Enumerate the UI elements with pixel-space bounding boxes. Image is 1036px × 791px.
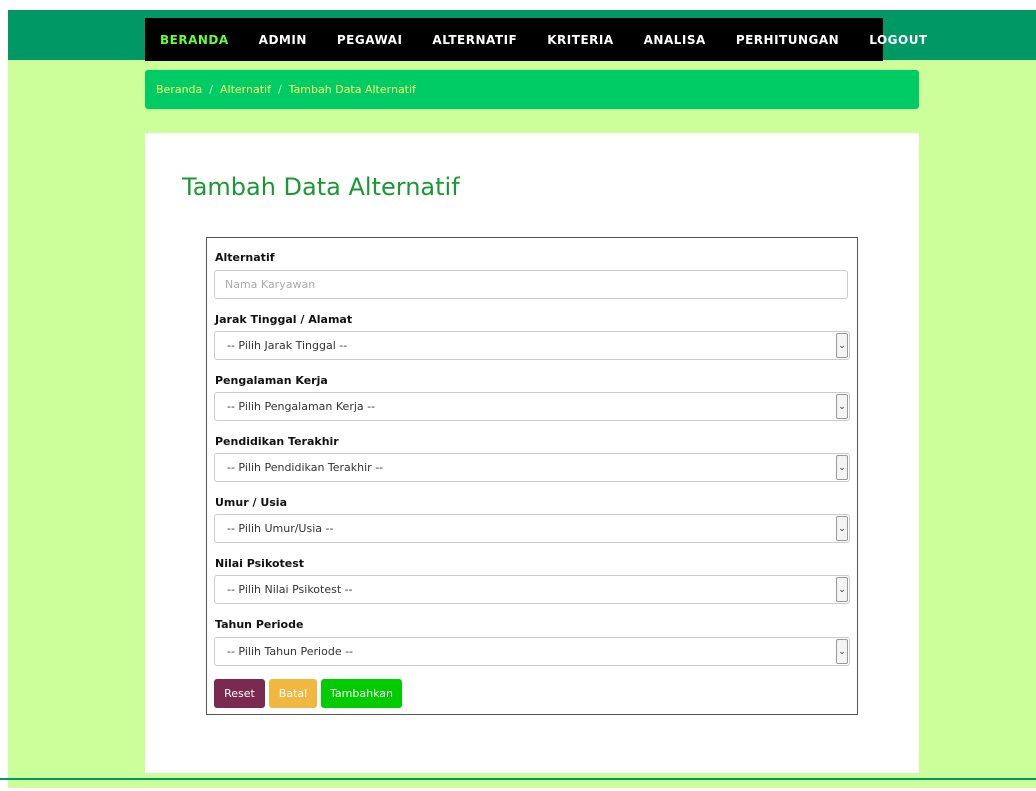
pengalaman-select[interactable]: -- Pilih Pengalaman Kerja -- ⌄ [214,392,850,421]
content-card: Tambah Data Alternatif Alternatif Jarak … [145,133,919,773]
tambahkan-button[interactable]: Tambahkan [321,679,402,708]
umur-selected: -- Pilih Umur/Usia -- [227,522,334,535]
breadcrumb-beranda[interactable]: Beranda [156,83,202,96]
chevron-down-icon: ⌄ [836,577,848,602]
breadcrumb-separator: / [209,83,213,96]
nav-kriteria[interactable]: KRITERIA [547,33,613,47]
jarak-selected: -- Pilih Jarak Tinggal -- [227,339,348,352]
pengalaman-selected: -- Pilih Pengalaman Kerja -- [227,400,376,413]
reset-button[interactable]: Reset [214,679,265,708]
umur-label: Umur / Usia [215,496,287,509]
pendidikan-select[interactable]: -- Pilih Pendidikan Terakhir -- ⌄ [214,453,850,482]
nav-perhitungan[interactable]: PERHITUNGAN [736,33,839,47]
chevron-down-icon: ⌄ [836,394,848,419]
tahun-label: Tahun Periode [215,618,304,631]
page-background: BERANDA ADMIN PEGAWAI ALTERNATIF KRITERI… [8,10,1036,788]
psikotest-label: Nilai Psikotest [215,557,305,570]
breadcrumb-separator: / [277,83,282,96]
pendidikan-label: Pendidikan Terakhir [215,435,339,448]
tahun-selected: -- Pilih Tahun Periode -- [227,645,354,658]
breadcrumb-alternatif[interactable]: Alternatif [220,83,271,96]
footer-line [0,778,1036,780]
batal-button[interactable]: Batal [269,679,317,708]
nav-logout[interactable]: LOGOUT [869,33,927,47]
alternatif-label: Alternatif [215,251,275,264]
chevron-down-icon: ⌄ [836,516,848,541]
pengalaman-label: Pengalaman Kerja [215,374,328,387]
nav-beranda[interactable]: BERANDA [160,33,229,47]
umur-select[interactable]: -- Pilih Umur/Usia -- ⌄ [214,514,850,543]
page-title: Tambah Data Alternatif [182,173,460,201]
nav-analisa[interactable]: ANALISA [644,33,706,47]
nav-admin[interactable]: ADMIN [259,33,307,47]
main-navbar: BERANDA ADMIN PEGAWAI ALTERNATIF KRITERI… [145,18,927,61]
chevron-down-icon: ⌄ [836,639,848,664]
nav-pegawai[interactable]: PEGAWAI [337,33,403,47]
chevron-down-icon: ⌄ [836,333,848,358]
tahun-select[interactable]: -- Pilih Tahun Periode -- ⌄ [214,637,850,666]
nama-karyawan-input[interactable] [214,270,848,299]
pendidikan-selected: -- Pilih Pendidikan Terakhir -- [227,461,384,474]
psikotest-select[interactable]: -- Pilih Nilai Psikotest -- ⌄ [214,575,850,604]
jarak-label: Jarak Tinggal / Alamat [215,313,353,326]
chevron-down-icon: ⌄ [836,455,848,480]
nav-alternatif[interactable]: ALTERNATIF [432,33,517,47]
jarak-select[interactable]: -- Pilih Jarak Tinggal -- ⌄ [214,331,850,360]
breadcrumb-current: Tambah Data Alternatif [288,83,416,96]
psikotest-selected: -- Pilih Nilai Psikotest -- [227,583,353,596]
alternatif-form: Alternatif Jarak Tinggal / Alamat -- Pil… [206,237,858,715]
breadcrumb: Beranda / Alternatif / Tambah Data Alter… [145,70,919,109]
